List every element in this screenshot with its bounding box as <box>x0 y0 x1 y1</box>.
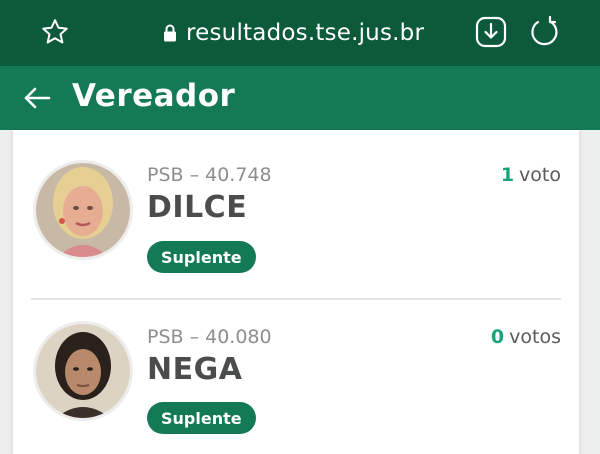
vote-label: voto <box>519 164 561 186</box>
party-number: PSB – 40.748 <box>147 164 272 186</box>
vote-count: 0 votos <box>491 326 561 348</box>
status-badge: Suplente <box>147 241 256 273</box>
avatar <box>33 321 133 421</box>
candidate-photo <box>36 324 130 418</box>
candidate-name: NEGA <box>147 352 243 387</box>
vote-number: 1 <box>500 164 515 186</box>
candidate-item[interactable]: PSB – 40.080 NEGA Suplente 0 votos <box>13 300 579 440</box>
download-icon[interactable] <box>474 15 508 49</box>
avatar <box>33 160 133 260</box>
arrow-left-icon[interactable] <box>22 84 52 112</box>
address-bar[interactable]: resultados.tse.jus.br <box>162 17 424 49</box>
reload-icon[interactable] <box>528 15 562 49</box>
candidate-item[interactable]: PSB – 40.748 DILCE Suplente 1 voto <box>13 130 579 273</box>
browser-toolbar: resultados.tse.jus.br <box>0 0 600 66</box>
app-header: Vereador <box>0 66 600 130</box>
candidates-list: PSB – 40.748 DILCE Suplente 1 voto PSB – … <box>13 130 579 454</box>
status-badge: Suplente <box>147 402 256 434</box>
vote-label: votos <box>509 326 561 348</box>
candidate-name: DILCE <box>147 190 248 225</box>
lock-icon <box>164 24 176 42</box>
page-title: Vereador <box>72 78 236 114</box>
url-text: resultados.tse.jus.br <box>186 20 425 46</box>
star-icon[interactable] <box>40 17 70 47</box>
party-number: PSB – 40.080 <box>147 326 272 348</box>
vote-count: 1 voto <box>501 164 561 186</box>
vote-number: 0 <box>490 326 505 348</box>
candidate-photo <box>36 163 130 257</box>
